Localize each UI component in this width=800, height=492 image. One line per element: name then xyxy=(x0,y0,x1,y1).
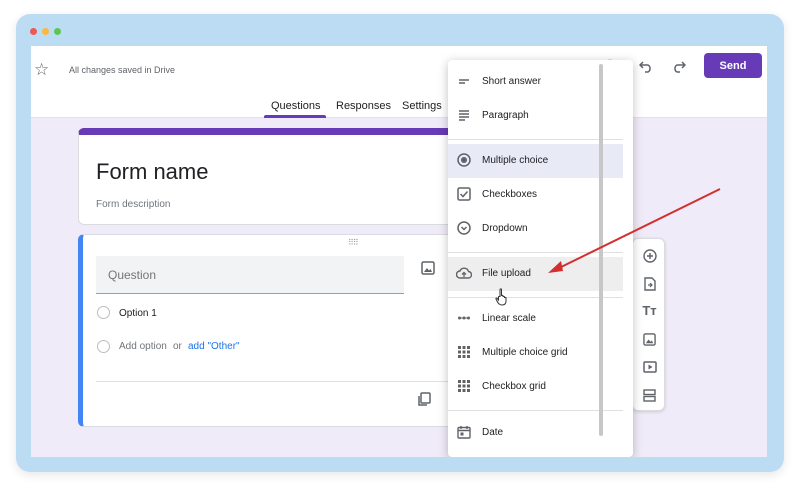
menu-item-label: Multiple choice xyxy=(482,155,549,166)
radio-icon xyxy=(456,153,472,169)
drag-handle-icon[interactable]: ⠿⠿ xyxy=(348,238,359,247)
redo-icon[interactable] xyxy=(672,59,687,77)
menu-divider xyxy=(448,410,623,411)
menu-item-linear-scale[interactable]: Linear scale xyxy=(448,302,623,336)
save-status: All changes saved in Drive xyxy=(69,65,176,75)
undo-icon[interactable] xyxy=(638,59,653,77)
menu-item-multiple-choice[interactable]: Multiple choice xyxy=(448,144,623,178)
menu-item-checkbox-grid[interactable]: Checkbox grid xyxy=(448,370,623,404)
menu-item-label: File upload xyxy=(482,268,531,279)
menu-item-label: Date xyxy=(482,427,504,438)
checkbox-icon xyxy=(456,187,472,203)
window-controls xyxy=(30,28,61,35)
grid-icon xyxy=(456,345,472,361)
tab-questions[interactable]: Questions xyxy=(271,100,321,112)
paragraph-icon xyxy=(456,108,472,124)
short-text-icon xyxy=(456,74,472,90)
minimize-dot[interactable] xyxy=(42,28,49,35)
cloud-upload-icon xyxy=(455,266,473,282)
menu-item-paragraph[interactable]: Paragraph xyxy=(448,99,623,133)
add-image-icon[interactable] xyxy=(633,333,666,349)
option-1-radio[interactable] xyxy=(97,306,110,319)
star-icon[interactable]: ☆ xyxy=(34,60,49,80)
menu-divider xyxy=(448,297,623,298)
menu-item-short-answer[interactable]: Short answer xyxy=(448,65,623,99)
form-description[interactable]: Form description xyxy=(96,199,170,210)
grid-icon xyxy=(456,379,472,395)
menu-item-multiple-choice-grid[interactable]: Multiple choice grid xyxy=(448,336,623,370)
calendar-icon xyxy=(456,425,472,441)
import-questions-icon[interactable] xyxy=(633,277,666,294)
option-1-label[interactable]: Option 1 xyxy=(119,308,157,319)
add-section-icon[interactable] xyxy=(633,389,666,405)
menu-item-label: Checkboxes xyxy=(482,189,538,200)
menu-item-label: Linear scale xyxy=(482,313,536,324)
active-tab-indicator xyxy=(264,115,326,118)
maximize-dot[interactable] xyxy=(54,28,61,35)
tab-settings[interactable]: Settings xyxy=(402,100,442,112)
send-button[interactable]: Send xyxy=(704,53,762,78)
question-type-menu: Short answer Paragraph Multiple choice C… xyxy=(448,60,633,457)
top-bar: ☆ All changes saved in Drive Questions R… xyxy=(31,46,767,118)
add-video-icon[interactable] xyxy=(633,361,666,376)
form-title[interactable]: Form name xyxy=(96,159,208,185)
menu-item-file-upload[interactable]: File upload xyxy=(448,257,623,291)
duplicate-icon[interactable] xyxy=(417,392,431,409)
add-question-icon[interactable] xyxy=(633,249,666,266)
close-dot[interactable] xyxy=(30,28,37,35)
menu-scrollbar[interactable] xyxy=(599,64,603,436)
add-title-icon[interactable]: Tт xyxy=(633,303,666,318)
dropdown-icon xyxy=(456,221,472,237)
menu-item-dropdown[interactable]: Dropdown xyxy=(448,212,623,246)
forms-window: ☆ All changes saved in Drive Questions R… xyxy=(31,46,767,457)
menu-item-label: Multiple choice grid xyxy=(482,347,568,358)
menu-item-checkboxes[interactable]: Checkboxes xyxy=(448,178,623,212)
add-image-icon[interactable] xyxy=(421,261,435,278)
menu-divider xyxy=(448,252,623,253)
menu-item-label: Short answer xyxy=(482,76,541,87)
menu-divider xyxy=(448,139,623,140)
menu-item-label: Dropdown xyxy=(482,223,528,234)
menu-item-label: Paragraph xyxy=(482,110,529,121)
add-option-link[interactable]: Add option xyxy=(119,341,167,352)
menu-item-date[interactable]: Date xyxy=(448,416,623,450)
side-toolbar: Tт xyxy=(632,238,665,411)
question-input[interactable] xyxy=(96,256,404,294)
hand-cursor-icon xyxy=(495,288,507,306)
add-option-radio xyxy=(97,340,110,353)
linear-scale-icon xyxy=(456,311,472,327)
add-other-link[interactable]: add "Other" xyxy=(188,341,240,352)
menu-item-label: Checkbox grid xyxy=(482,381,546,392)
tab-responses[interactable]: Responses xyxy=(336,100,391,112)
or-text: or xyxy=(173,341,182,352)
